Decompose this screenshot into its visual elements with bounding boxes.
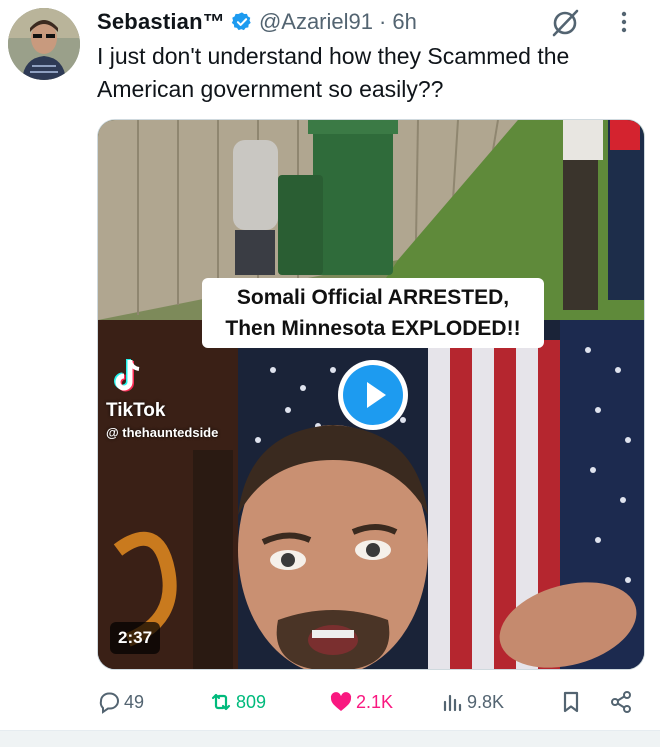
video-duration: 2:37 [110,622,161,654]
reply-count: 49 [124,691,145,712]
heart-icon [330,692,352,711]
tiktok-username: @ thehauntedside [106,425,219,440]
play-icon [367,382,386,408]
bookmark-button[interactable] [559,685,586,719]
author-name[interactable]: Sebastian™ [97,9,225,35]
separator-dot: · [379,9,387,34]
reply-button[interactable]: 49 [97,685,144,719]
share-button[interactable] [609,685,636,719]
like-button[interactable]: 2.1K [329,685,393,719]
author-avatar[interactable] [8,8,80,80]
video-caption: Somali Official ARRESTED, Then Minnesota… [202,278,544,348]
views-button[interactable]: 9.8K [440,685,504,719]
post-text: I just don't understand how they Scammed… [97,43,570,102]
post-header: Sebastian™ @Azariel91 · 6h [97,6,640,38]
tiktok-brand: TikTok [106,400,166,421]
share-icon [611,691,631,713]
play-button[interactable] [338,360,408,430]
more-options-icon[interactable] [614,8,634,36]
action-bar: 49 809 2.1K 9.8K [97,685,642,719]
views-count: 9.8K [467,691,505,712]
caption-line-2: Then Minnesota EXPLODED!! [225,317,521,340]
post-time[interactable]: 6h [392,9,416,35]
bookmark-icon [563,691,579,713]
avatar-photo [8,8,80,80]
repost-icon [211,693,231,711]
caption-line-1: Somali Official ARRESTED, [236,286,510,309]
post-divider [0,730,660,747]
repost-count: 809 [236,691,267,712]
tiktok-logo-icon [114,359,140,392]
author-handle[interactable]: @Azariel91 [259,9,373,35]
grok-icon[interactable] [550,6,582,38]
repost-button[interactable]: 809 [209,685,266,719]
like-count: 2.1K [356,691,394,712]
views-chart-icon [443,694,462,712]
video-media[interactable]: Somali Official ARRESTED, Then Minnesota… [97,119,645,670]
verified-badge-icon[interactable] [231,11,253,33]
reply-icon [99,692,119,714]
